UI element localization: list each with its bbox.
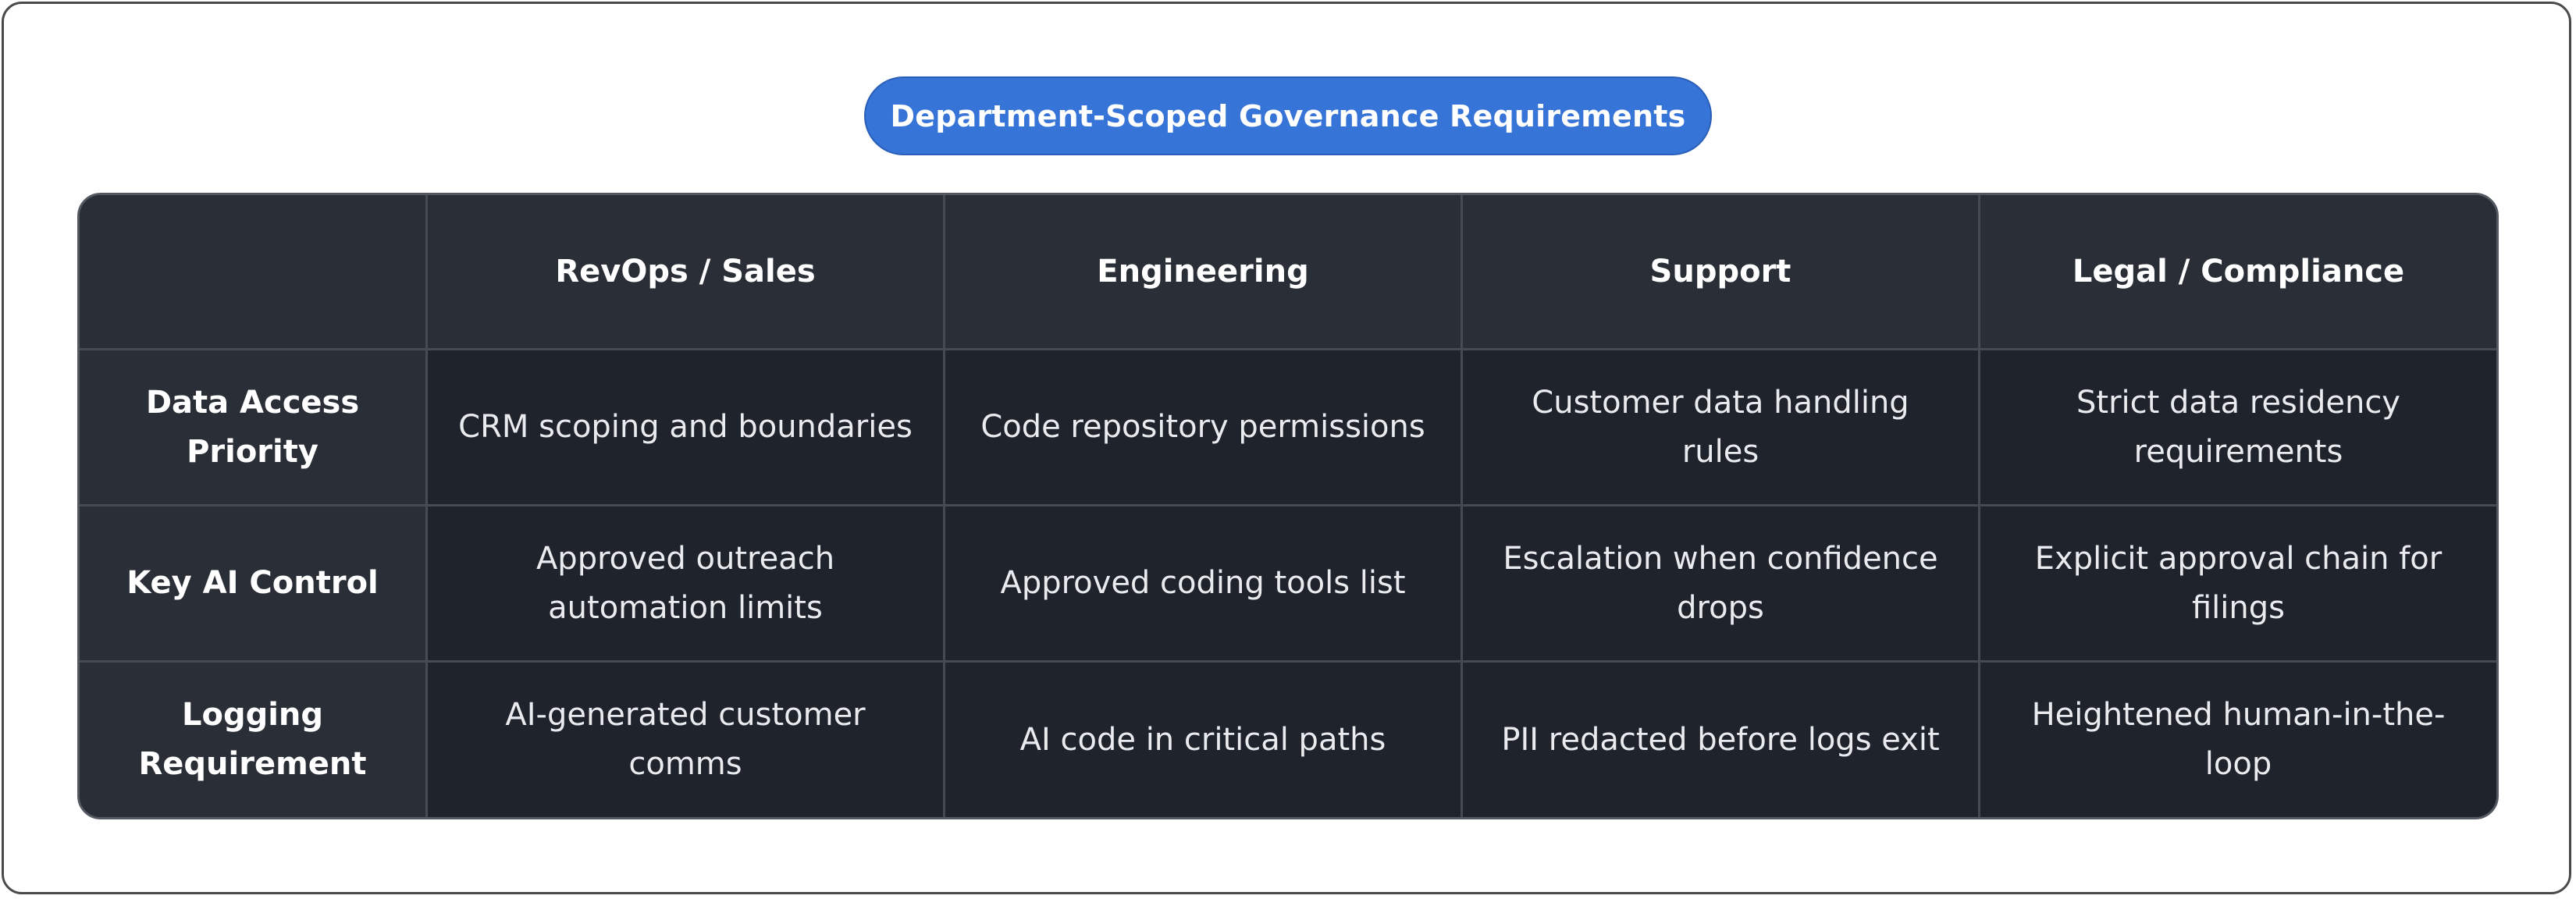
table-cell: Approved outreach automation limits [428,506,945,663]
table-cell: Explicit approval chain for filings [1980,506,2496,663]
table-cell: AI-generated customer comms [428,663,945,817]
table-cell: Approved coding tools list [945,506,1463,663]
column-header-revops-sales: RevOps / Sales [428,195,945,350]
governance-table: RevOps / Sales Engineering Support Legal… [77,193,2499,819]
column-header-legal-compliance: Legal / Compliance [1980,195,2496,350]
table-cell: PII redacted before logs exit [1463,663,1980,817]
row-header-logging-requirement: Logging Requirement [80,663,428,817]
table-cell: AI code in critical paths [945,663,1463,817]
table-cell: CRM scoping and boundaries [428,350,945,506]
title-pill: Department-Scoped Governance Requirement… [864,76,1712,155]
table-cell: Code repository permissions [945,350,1463,506]
row-header-data-access-priority: Data Access Priority [80,350,428,506]
table-cell: Customer data handling rules [1463,350,1980,506]
table-cell: Heightened human-in-the-loop [1980,663,2496,817]
diagram-title: Department-Scoped Governance Requirement… [890,98,1686,133]
table-corner-cell [80,195,428,350]
table-cell: Escalation when confidence drops [1463,506,1980,663]
row-header-key-ai-control: Key AI Control [80,506,428,663]
column-header-support: Support [1463,195,1980,350]
column-header-engineering: Engineering [945,195,1463,350]
table-cell: Strict data residency requirements [1980,350,2496,506]
